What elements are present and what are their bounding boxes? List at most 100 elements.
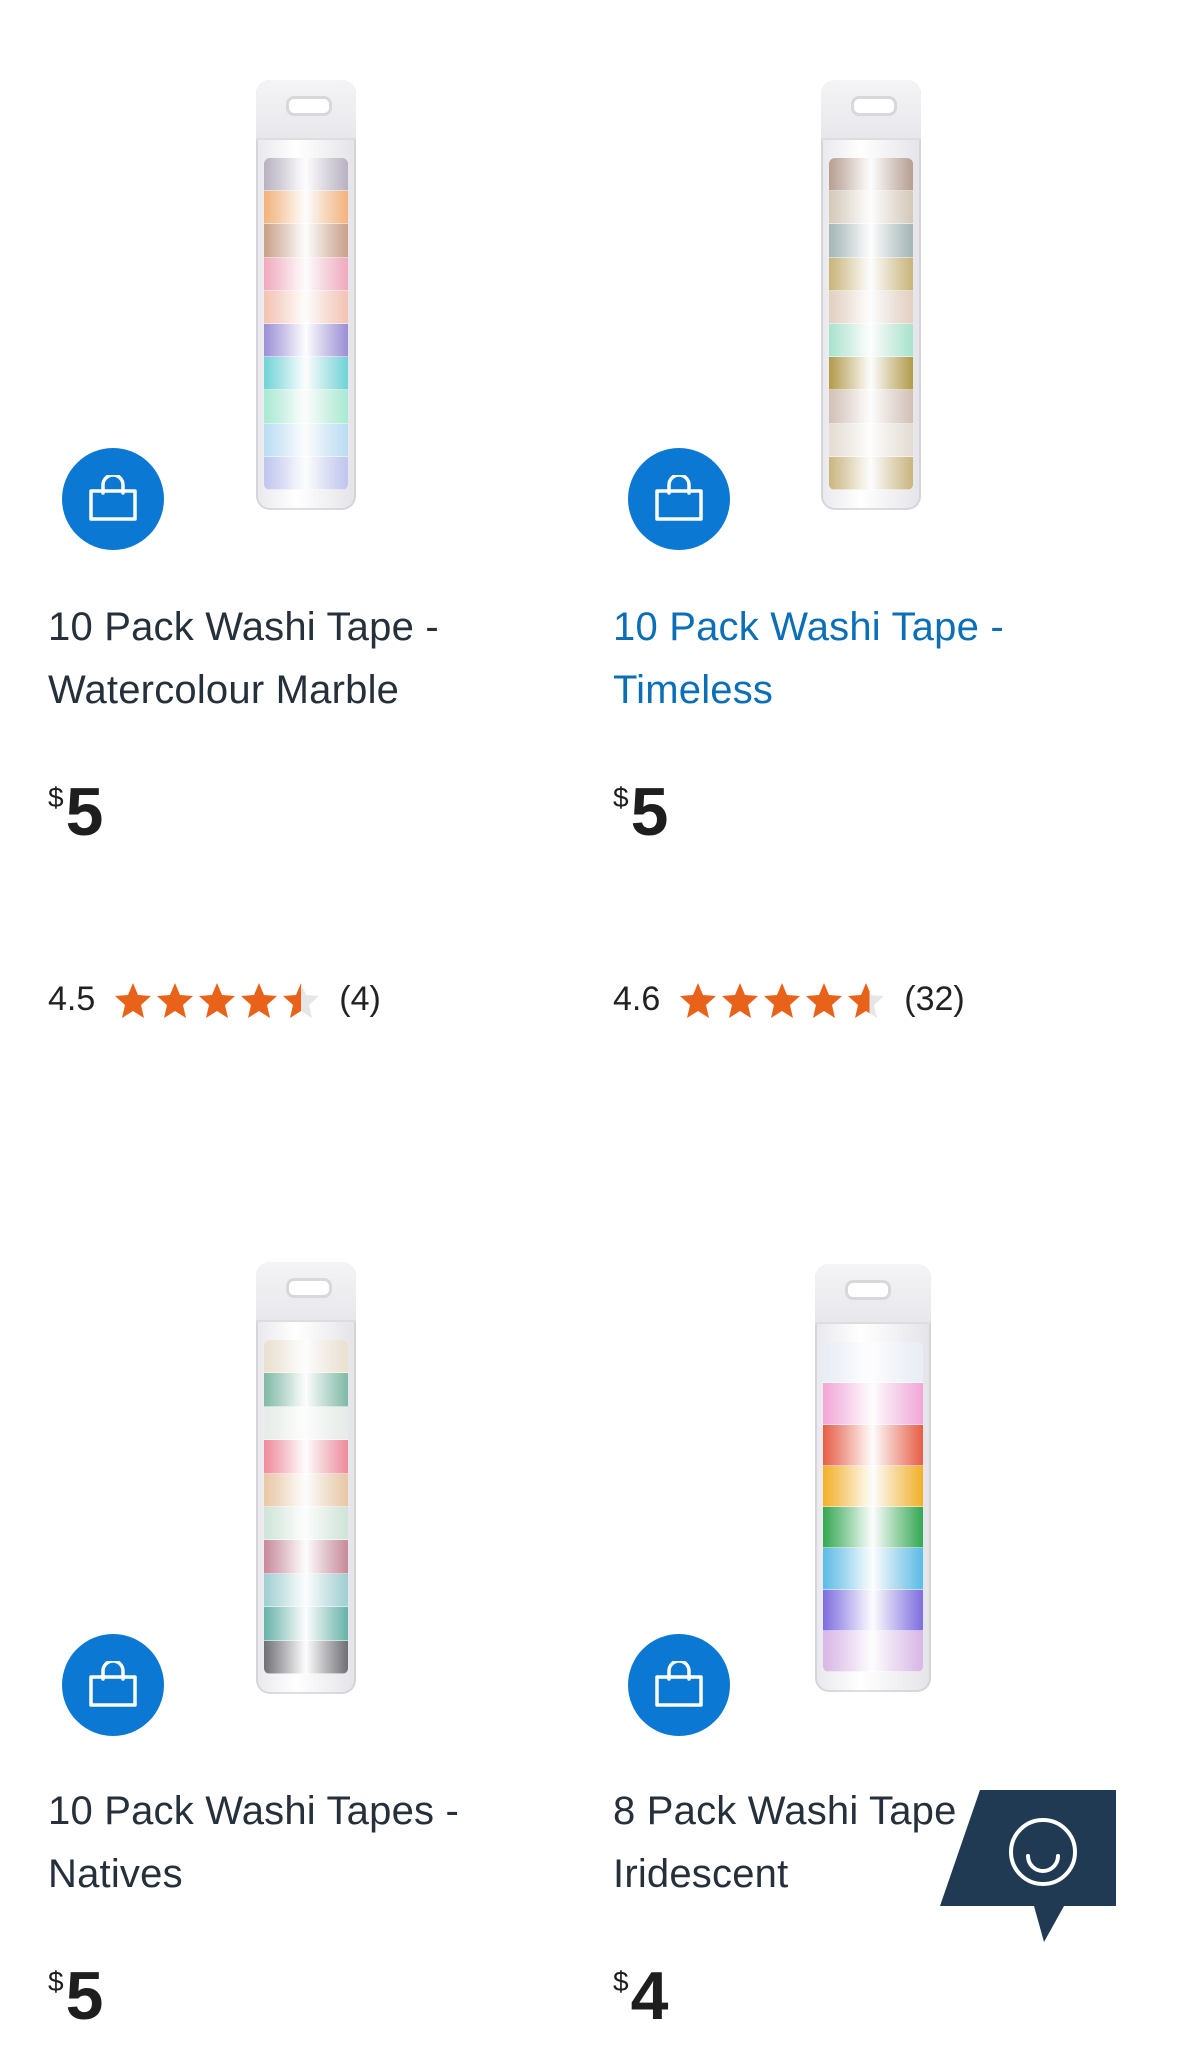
tape-roll	[264, 1506, 348, 1541]
product-price: $ 5	[613, 774, 669, 850]
tape-roll	[264, 1440, 348, 1474]
tape-roll	[829, 323, 913, 358]
star-icon	[241, 982, 278, 1018]
tape-roll	[264, 191, 348, 225]
shopping-bag-icon	[89, 475, 137, 521]
add-to-cart-button[interactable]	[62, 448, 164, 550]
price-amount: 5	[65, 774, 104, 850]
tape-roll	[829, 423, 913, 457]
tape-roll	[264, 423, 348, 457]
product-title-line: Iridescent	[613, 1852, 789, 1896]
tape-roll	[829, 224, 913, 258]
tape-roll	[264, 1573, 348, 1608]
tape-roll	[829, 357, 913, 391]
review-count: (4)	[339, 980, 381, 1018]
product-rating[interactable]: 4.6 (32)	[613, 980, 965, 1019]
product-card[interactable]: 10 Pack Washi Tapes - Natives $ 5	[48, 1180, 568, 2066]
star-rating	[678, 981, 888, 1019]
tape-roll	[823, 1465, 923, 1507]
add-to-cart-button[interactable]	[62, 1634, 164, 1736]
product-image[interactable]	[613, 0, 1133, 510]
shopping-bag-icon	[655, 1661, 703, 1707]
tape-roll	[264, 357, 348, 391]
tape-roll	[829, 191, 913, 225]
product-tube-image	[256, 1262, 356, 1694]
tape-roll	[829, 257, 913, 291]
price-amount: 4	[630, 1958, 669, 2034]
tape-roll	[823, 1507, 923, 1549]
currency-symbol: $	[48, 1966, 64, 1997]
add-to-cart-button[interactable]	[628, 448, 730, 550]
product-image[interactable]	[613, 1180, 1133, 1692]
product-title-line: 10 Pack Washi Tape -	[48, 605, 439, 649]
product-price: $ 4	[613, 1958, 669, 2034]
chat-widget-button[interactable]	[940, 1790, 1116, 1942]
tape-roll	[823, 1630, 923, 1672]
product-title-line: Natives	[48, 1852, 183, 1896]
currency-symbol: $	[613, 1966, 629, 1997]
product-title[interactable]: 10 Pack Washi Tape - Timeless	[613, 596, 1004, 722]
tape-roll	[264, 1473, 348, 1507]
star-icon	[283, 982, 320, 1018]
product-title[interactable]: 10 Pack Washi Tapes - Natives	[48, 1780, 459, 1906]
star-icon	[848, 982, 885, 1018]
add-to-cart-button[interactable]	[628, 1634, 730, 1736]
tape-roll	[264, 1373, 348, 1407]
product-title-line: 10 Pack Washi Tape -	[613, 605, 1004, 649]
tape-roll	[264, 1540, 348, 1574]
tape-roll	[823, 1342, 923, 1384]
tape-roll	[829, 290, 913, 324]
star-icon	[764, 982, 801, 1018]
product-tube-image	[821, 80, 921, 510]
tape-roll	[264, 1640, 348, 1674]
shopping-bag-icon	[89, 1661, 137, 1707]
chat-smiley-icon	[940, 1790, 1116, 1942]
price-amount: 5	[65, 1958, 104, 2034]
tape-roll	[823, 1589, 923, 1631]
star-rating	[113, 981, 323, 1019]
product-price: $ 5	[48, 774, 104, 850]
product-image[interactable]	[48, 1180, 568, 1694]
product-rating[interactable]: 4.5 (4)	[48, 980, 381, 1019]
review-count: (32)	[904, 980, 965, 1018]
star-icon	[157, 982, 194, 1018]
product-title[interactable]: 10 Pack Washi Tape - Watercolour Marble	[48, 596, 439, 722]
tape-roll	[823, 1383, 923, 1425]
product-title-line: Watercolour Marble	[48, 668, 400, 712]
tape-roll	[264, 290, 348, 324]
tape-roll	[264, 158, 348, 192]
tape-roll	[829, 390, 913, 424]
tape-roll	[823, 1424, 923, 1466]
product-card[interactable]: 10 Pack Washi Tape - Timeless $ 5 4.6 (3…	[613, 0, 1133, 1100]
tape-roll	[264, 456, 348, 490]
tape-roll	[264, 1340, 348, 1374]
star-icon	[680, 982, 717, 1018]
currency-symbol: $	[613, 782, 629, 813]
product-title[interactable]: 8 Pack Washi Tape Iridescent	[613, 1780, 957, 1906]
product-title-line: 8 Pack Washi Tape	[613, 1789, 957, 1833]
currency-symbol: $	[48, 782, 64, 813]
tape-roll	[264, 1406, 348, 1441]
product-card[interactable]: 10 Pack Washi Tape - Watercolour Marble …	[48, 0, 568, 1100]
tape-roll	[264, 257, 348, 291]
product-tube-image	[815, 1264, 931, 1692]
tape-roll	[829, 456, 913, 490]
product-image[interactable]	[48, 0, 568, 510]
tape-roll	[264, 1607, 348, 1641]
star-icon	[115, 982, 152, 1018]
rating-score: 4.5	[48, 980, 96, 1018]
rating-score: 4.6	[613, 980, 661, 1018]
product-tube-image	[256, 80, 356, 510]
tape-roll	[264, 390, 348, 424]
product-title-line: 10 Pack Washi Tapes -	[48, 1789, 460, 1833]
product-price: $ 5	[48, 1958, 104, 2034]
star-icon	[806, 982, 843, 1018]
tape-roll	[264, 323, 348, 358]
product-title-line: Timeless	[613, 668, 774, 712]
star-icon	[199, 982, 236, 1018]
star-icon	[722, 982, 759, 1018]
price-amount: 5	[630, 774, 669, 850]
tape-roll	[823, 1548, 923, 1590]
tape-roll	[829, 158, 913, 192]
shopping-bag-icon	[655, 475, 703, 521]
